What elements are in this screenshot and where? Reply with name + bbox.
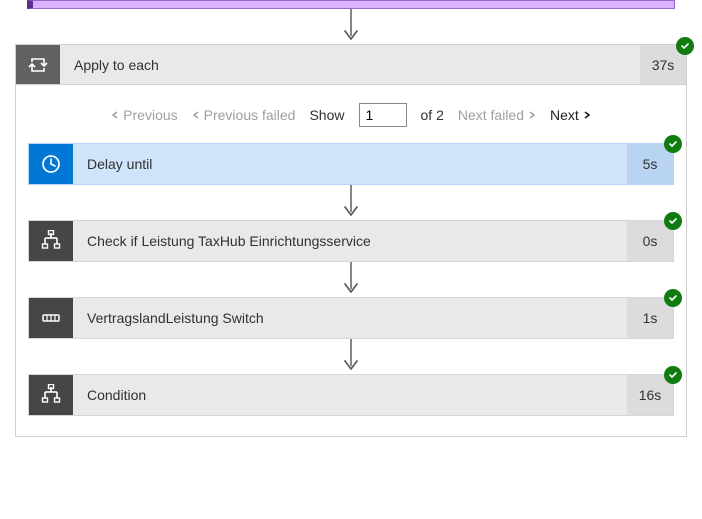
pager-current-input[interactable] (359, 103, 407, 127)
apply-to-each-header[interactable]: Apply to each 37s (16, 45, 686, 85)
arrow-connector (28, 339, 674, 374)
previous-step-stub (27, 0, 675, 9)
step-icon (29, 144, 73, 184)
step-title: Condition (73, 375, 627, 415)
pager-previous-failed-label: Previous failed (204, 107, 296, 123)
apply-to-each-title: Apply to each (60, 45, 640, 84)
step-card[interactable]: Check if Leistung TaxHub Einrichtungsser… (28, 220, 674, 262)
apply-to-each-body: Previous Previous failed Show of 2 Next … (16, 85, 686, 436)
step-card[interactable]: Condition16s (28, 374, 674, 416)
arrow-connector (15, 9, 687, 44)
iteration-pager: Previous Previous failed Show of 2 Next … (28, 103, 674, 127)
pager-next[interactable]: Next (550, 107, 591, 123)
step-card[interactable]: VertragslandLeistung Switch1s (28, 297, 674, 339)
arrow-connector (28, 262, 674, 297)
success-badge (676, 37, 694, 55)
success-badge (664, 212, 682, 230)
step-title: Check if Leistung TaxHub Einrichtungsser… (73, 221, 627, 261)
step-title: VertragslandLeistung Switch (73, 298, 627, 338)
pager-previous-label: Previous (123, 107, 177, 123)
step-card[interactable]: Delay until5s (28, 143, 674, 185)
pager-next-label: Next (550, 107, 579, 123)
success-badge (664, 289, 682, 307)
loop-icon (16, 45, 60, 84)
step-icon (29, 221, 73, 261)
apply-to-each-card[interactable]: Apply to each 37s Previous Previous fail… (15, 44, 687, 437)
pager-show-label: Show (309, 107, 344, 123)
success-badge (664, 135, 682, 153)
pager-previous-failed[interactable]: Previous failed (192, 107, 296, 123)
pager-of-text: of 2 (421, 107, 444, 123)
step-title: Delay until (73, 144, 627, 184)
pager-previous[interactable]: Previous (111, 107, 177, 123)
success-badge (664, 366, 682, 384)
step-icon (29, 375, 73, 415)
arrow-connector (28, 185, 674, 220)
pager-next-failed[interactable]: Next failed (458, 107, 536, 123)
step-icon (29, 298, 73, 338)
pager-next-failed-label: Next failed (458, 107, 524, 123)
